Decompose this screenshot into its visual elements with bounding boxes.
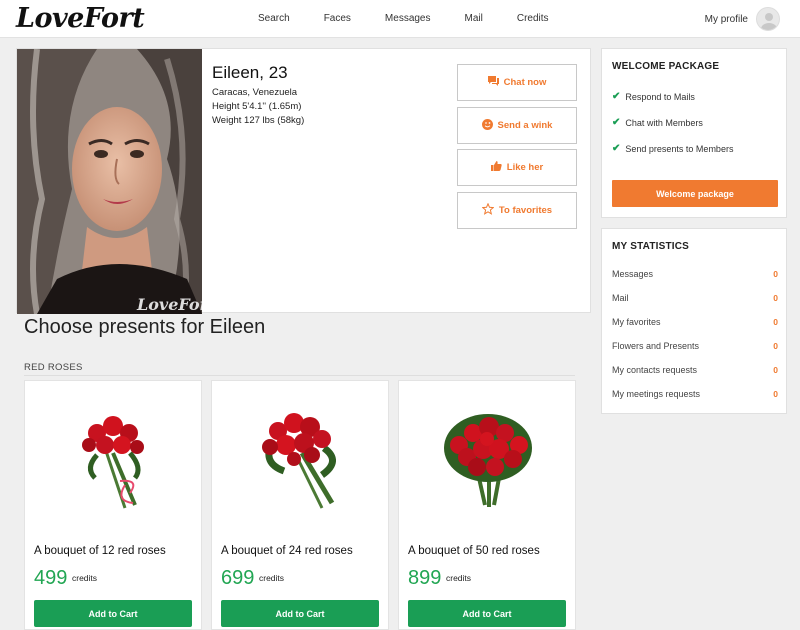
welcome-item: ✔ Send presents to Members (612, 143, 733, 154)
product-name: A bouquet of 50 red roses (408, 545, 540, 557)
send-wink-label: Send a wink (497, 120, 553, 131)
section-divider (24, 375, 575, 376)
profile-details: Caracas, Venezuela Height 5'4.1'' (1.65m… (212, 86, 304, 128)
stat-label: My meetings requests (612, 389, 701, 399)
stat-label: My contacts requests (612, 365, 698, 375)
product-price: 899 (408, 567, 442, 589)
main-nav: Search Faces Messages Mail Credits (258, 0, 583, 38)
section-label-red-roses: RED ROSES (24, 362, 83, 373)
welcome-package-button[interactable]: Welcome package (612, 180, 778, 207)
product-price: 499 (34, 567, 68, 589)
chat-now-label: Chat now (503, 77, 547, 88)
checkmark-icon: ✔ (612, 117, 621, 128)
profile-photo[interactable]: LoveFort (17, 49, 202, 314)
nav-credits[interactable]: Credits (517, 0, 549, 38)
product-name: A bouquet of 12 red roses (34, 545, 166, 557)
stat-value: 0 (773, 293, 778, 303)
site-logo[interactable]: LoveFort (16, 3, 145, 34)
checkmark-icon: ✔ (612, 91, 621, 102)
nav-search[interactable]: Search (258, 0, 290, 38)
stat-label: Messages (612, 269, 654, 279)
profile-card: LoveFort Eileen, 23 Caracas, Venezuela H… (16, 48, 591, 314)
product-price: 699 (221, 567, 255, 589)
to-favorites-button[interactable]: To favorites (457, 192, 577, 229)
add-to-cart-button[interactable]: Add to Cart (34, 600, 192, 627)
stat-row-flowers-presents[interactable]: Flowers and Presents 0 (612, 341, 778, 351)
nav-messages[interactable]: Messages (385, 0, 431, 38)
thumbs-up-icon (490, 161, 502, 174)
stat-label: My favorites (612, 317, 661, 327)
bouquet-24-image[interactable] (212, 393, 390, 523)
bouquet-50-image[interactable] (399, 393, 577, 523)
nav-faces[interactable]: Faces (324, 0, 351, 38)
product-name: A bouquet of 24 red roses (221, 545, 353, 557)
photo-watermark: LoveFort (137, 295, 202, 314)
welcome-item-label: Send presents to Members (625, 143, 734, 154)
profile-photo-illustration (17, 49, 202, 314)
product-card: A bouquet of 12 red roses 499 credits Ad… (24, 380, 202, 630)
profile-location: Caracas, Venezuela (212, 87, 298, 98)
presents-title: Choose presents for Eileen (24, 316, 266, 338)
chat-icon (487, 76, 499, 89)
welcome-package-title: WELCOME PACKAGE (612, 61, 720, 72)
chat-now-button[interactable]: Chat now (457, 64, 577, 101)
my-statistics-panel: MY STATISTICS Messages 0 Mail 0 My favor… (601, 228, 787, 414)
profile-weight: Weight 127 lbs (58kg) (212, 115, 305, 126)
stat-row-messages[interactable]: Messages 0 (612, 269, 778, 279)
stat-row-favorites[interactable]: My favorites 0 (612, 317, 778, 327)
wink-icon (481, 118, 493, 133)
product-currency: credits (259, 573, 285, 583)
top-header: LoveFort Search Faces Messages Mail Cred… (0, 0, 800, 38)
stat-row-contacts-requests[interactable]: My contacts requests 0 (612, 365, 778, 375)
avatar[interactable] (756, 7, 780, 31)
like-her-button[interactable]: Like her (457, 149, 577, 186)
welcome-item: ✔ Chat with Members (612, 117, 703, 128)
bouquet-12-image[interactable] (25, 393, 203, 523)
my-profile-label: My profile (704, 13, 748, 25)
stat-row-meetings-requests[interactable]: My meetings requests 0 (612, 389, 778, 399)
send-wink-button[interactable]: Send a wink (457, 107, 577, 144)
product-currency: credits (446, 573, 472, 583)
add-to-cart-button[interactable]: Add to Cart (408, 600, 566, 627)
product-card: A bouquet of 50 red roses 899 credits Ad… (398, 380, 576, 630)
product-card: A bouquet of 24 red roses 699 credits Ad… (211, 380, 389, 630)
profile-height: Height 5'4.1'' (1.65m) (212, 101, 302, 112)
my-profile-link[interactable]: My profile (705, 7, 780, 31)
like-her-label: Like her (506, 162, 544, 173)
stat-value: 0 (773, 341, 778, 351)
welcome-item-label: Respond to Mails (625, 91, 695, 102)
stat-label: Flowers and Presents (612, 341, 700, 351)
my-statistics-title: MY STATISTICS (612, 241, 690, 252)
welcome-item: ✔ Respond to Mails (612, 91, 695, 102)
nav-mail[interactable]: Mail (465, 0, 483, 38)
product-currency: credits (72, 573, 98, 583)
welcome-package-panel: WELCOME PACKAGE ✔ Respond to Mails ✔ Cha… (601, 48, 787, 218)
add-to-cart-button[interactable]: Add to Cart (221, 600, 379, 627)
stat-value: 0 (773, 269, 778, 279)
stat-row-mail[interactable]: Mail 0 (612, 293, 778, 303)
stat-value: 0 (773, 317, 778, 327)
profile-name: Eileen, 23 (212, 63, 288, 82)
to-favorites-label: To favorites (498, 205, 553, 216)
stat-value: 0 (773, 365, 778, 375)
stat-label: Mail (612, 293, 629, 303)
star-icon (481, 202, 495, 218)
welcome-item-label: Chat with Members (625, 117, 703, 128)
stat-value: 0 (773, 389, 778, 399)
checkmark-icon: ✔ (612, 143, 621, 154)
